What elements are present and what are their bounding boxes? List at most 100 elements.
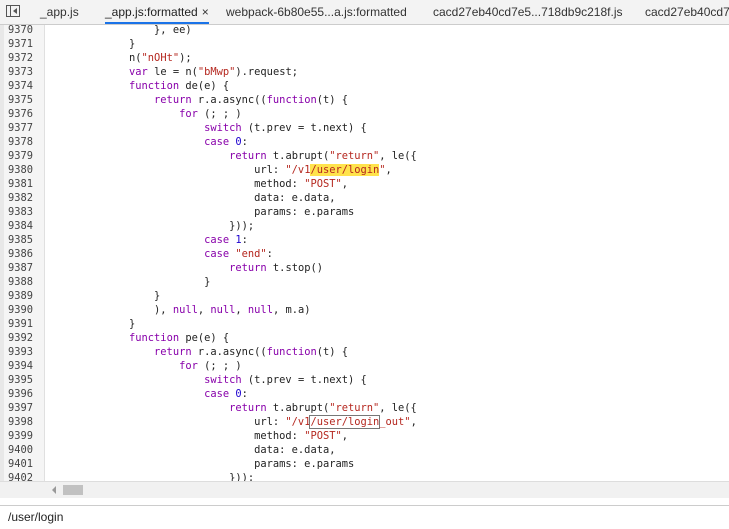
- tab-active-file[interactable]: _app.js:formatted ×: [105, 0, 209, 24]
- code-text: function de(e) {: [129, 80, 230, 92]
- code-text: }: [104, 318, 136, 330]
- code-line: 9382 data: e.data,: [4, 191, 729, 205]
- line-number: 9384: [8, 220, 34, 232]
- code-text: }: [104, 290, 161, 302]
- line-number: 9382: [8, 192, 34, 204]
- code-line: 9392 function pe(e) {: [4, 331, 729, 345]
- code-text: case 1:: [204, 234, 248, 246]
- code-text: case "end":: [204, 248, 273, 260]
- line-number: 9375: [8, 94, 34, 106]
- line-number: 9378: [8, 136, 34, 148]
- code-text: params: e.params: [104, 206, 355, 218]
- scroll-left-arrow-icon[interactable]: [52, 486, 56, 494]
- code-line: 9390 ), null, null, null, m.a): [4, 303, 729, 317]
- code-line: 9374 function de(e) {: [4, 79, 729, 93]
- line-number: 9396: [8, 388, 34, 400]
- code-text: data: e.data,: [104, 192, 336, 204]
- search-input[interactable]: [8, 508, 708, 526]
- line-number: 9380: [8, 164, 34, 176]
- line-number: 9392: [8, 332, 34, 344]
- code-line: 9399 method: "POST",: [4, 429, 729, 443]
- code-text: ), null, null, null, m.a): [104, 304, 311, 316]
- code-line: 9388 }: [4, 275, 729, 289]
- code-line: 9395 switch (t.prev = t.next) {: [4, 373, 729, 387]
- code-line: 9371 }: [4, 37, 729, 51]
- code-line: 9396 case 0:: [4, 387, 729, 401]
- code-line: 9391 }: [4, 317, 729, 331]
- code-line: 9400 data: e.data,: [4, 443, 729, 457]
- code-line: 9384 }));: [4, 219, 729, 233]
- line-number: 9393: [8, 346, 34, 358]
- code-line: 9393 return r.a.async((function(t) {: [4, 345, 729, 359]
- code-line: 9379 return t.abrupt("return", le({: [4, 149, 729, 163]
- line-number: 9388: [8, 276, 34, 288]
- code-line: 9370 }, ee): [4, 25, 729, 37]
- tab-label: webpack-6b80e55...a.js:formatted: [226, 5, 407, 19]
- code-text: url: "/v1/user/login",: [104, 164, 392, 176]
- line-number: 9385: [8, 234, 34, 246]
- code-editor[interactable]: 9370 }, ee) 9371 } 9372 n("nOHt"); 9373 var…: [0, 25, 729, 481]
- code-text: switch (t.prev = t.next) {: [204, 122, 367, 134]
- code-line: 9377 switch (t.prev = t.next) {: [4, 121, 729, 135]
- code-line: 9401 params: e.params: [4, 457, 729, 471]
- line-number: 9373: [8, 66, 34, 78]
- code-line: 9376 for (; ; ): [4, 107, 729, 121]
- code-line: 9383 params: e.params: [4, 205, 729, 219]
- line-number: 9389: [8, 290, 34, 302]
- scrollbar-thumb[interactable]: [63, 485, 83, 495]
- code-line: 9372 n("nOHt");: [4, 51, 729, 65]
- code-line: 9378 case 0:: [4, 135, 729, 149]
- close-icon[interactable]: ×: [202, 5, 209, 19]
- line-number: 9370: [8, 25, 34, 36]
- code-line: 9375 return r.a.async((function(t) {: [4, 93, 729, 107]
- line-number: 9391: [8, 318, 34, 330]
- code-line: 9398 url: "/v1/user/login_out",: [4, 415, 729, 429]
- tab-file[interactable]: _app.js: [40, 0, 79, 24]
- code-text: var le = n("bMwp").request;: [129, 66, 298, 78]
- code-text: for (; ; ): [179, 108, 242, 120]
- line-number: 9401: [8, 458, 34, 470]
- search-bar: [0, 505, 729, 529]
- tab-file[interactable]: cacd27eb40cd7e5...718db9c218f.js: [433, 0, 623, 24]
- line-number: 9400: [8, 444, 34, 456]
- code-text: method: "POST",: [104, 178, 348, 190]
- code-text: return t.abrupt("return", le({: [229, 402, 417, 414]
- line-number: 9381: [8, 178, 34, 190]
- line-number: 9371: [8, 38, 34, 50]
- code-text: }, ee): [104, 25, 192, 36]
- code-line: 9385 case 1:: [4, 233, 729, 247]
- code-text: return r.a.async((function(t) {: [154, 346, 348, 358]
- line-number: 9398: [8, 416, 34, 428]
- code-line: 9397 return t.abrupt("return", le({: [4, 401, 729, 415]
- code-line: 9380 url: "/v1/user/login",: [4, 163, 729, 177]
- line-number: 9383: [8, 206, 34, 218]
- code-line: 9394 for (; ; ): [4, 359, 729, 373]
- line-number: 9387: [8, 262, 34, 274]
- tab-label: _app.js:formatted: [105, 5, 198, 19]
- tab-file[interactable]: cacd27eb40cd7: [645, 0, 729, 24]
- code-text: }));: [104, 220, 255, 232]
- code-text: method: "POST",: [104, 430, 348, 442]
- code-text: return t.abrupt("return", le({: [229, 150, 417, 162]
- code-text: switch (t.prev = t.next) {: [204, 374, 367, 386]
- code-line: 9402 }));: [4, 471, 729, 481]
- code-text: for (; ; ): [179, 360, 242, 372]
- line-number: 9377: [8, 122, 34, 134]
- code-text: params: e.params: [104, 458, 355, 470]
- sidebar-toggle-icon[interactable]: [6, 5, 20, 17]
- editor-tab-bar: _app.js _app.js:formatted × webpack-6b80e55…: [0, 0, 729, 25]
- code-text: case 0:: [204, 136, 248, 148]
- tab-file[interactable]: webpack-6b80e55...a.js:formatted: [226, 0, 407, 24]
- code-text: data: e.data,: [104, 444, 336, 456]
- horizontal-scrollbar[interactable]: [0, 481, 729, 498]
- line-number: 9376: [8, 108, 34, 120]
- code-text: }));: [104, 472, 255, 481]
- line-number: 9394: [8, 360, 34, 372]
- code-text: return r.a.async((function(t) {: [154, 94, 348, 106]
- code-line: 9381 method: "POST",: [4, 177, 729, 191]
- line-number: 9372: [8, 52, 34, 64]
- line-number: 9386: [8, 248, 34, 260]
- code-text: }: [104, 38, 136, 50]
- code-text: return t.stop(): [229, 262, 323, 274]
- code-text: url: "/v1/user/login_out",: [104, 415, 417, 429]
